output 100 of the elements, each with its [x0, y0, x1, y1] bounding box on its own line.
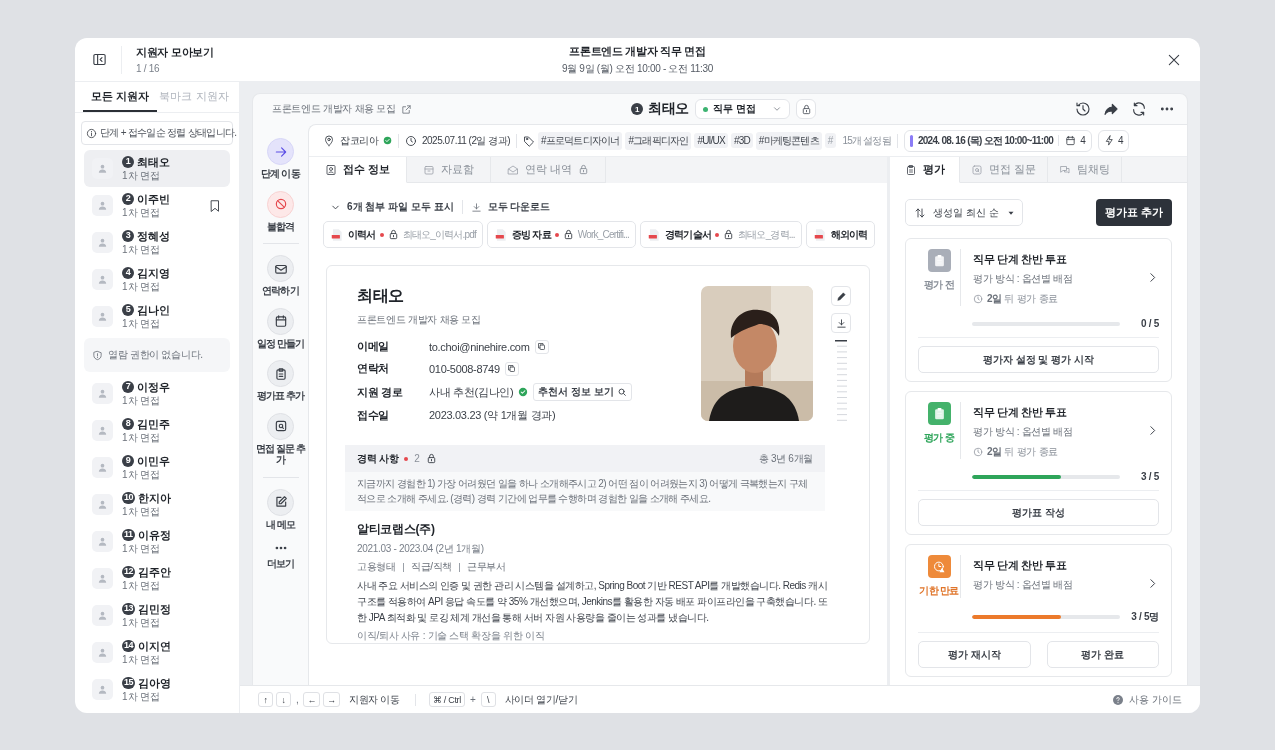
number-badge: 13: [122, 603, 135, 615]
evaluation-method: 평가 방식 : 옵션별 배점: [973, 272, 1073, 286]
history-button[interactable]: [1075, 101, 1091, 117]
copy-button[interactable]: [534, 339, 549, 354]
applicant-item[interactable]: 4 김지영 1차 면접: [84, 261, 230, 298]
applicant-name: 김지영: [137, 266, 170, 280]
action-button[interactable]: 면접 질문 추가: [253, 412, 308, 466]
copy-button[interactable]: [504, 361, 519, 376]
applicant-item[interactable]: 15 김아영 1차 면접: [84, 671, 230, 708]
referral-button[interactable]: 추천서 정보 보기: [533, 383, 632, 401]
number-badge: 1: [630, 103, 643, 115]
edit-button[interactable]: [831, 286, 851, 306]
applicant-item[interactable]: 9 이민우 1차 면접: [84, 449, 230, 486]
applicant-name: 정혜성: [137, 229, 170, 243]
download-all-button[interactable]: 모두 다운로드: [470, 200, 551, 214]
guide-link[interactable]: 사용 가이드: [1112, 692, 1182, 707]
evaluation-method: 평가 방식 : 옵션별 배점: [973, 578, 1073, 592]
meta-label: 근무부서: [467, 560, 506, 574]
job-description: 사내 주요 서비스의 인증 및 권한 관리 시스템을 설계하고, Spring Boot 기반 REST API를 개발했습니다. Redis 캐시 구조를 적용하여 API 응답 속도를 약 35% 개선했으며, Jenkins를 활용한 자동 배포 파이프라인을 구축했습니다. 또한 JPA 최적화 및 로깅 체계 개선을 통해 서버 자원 사용량을 줄이는 성과를 냈습니다.: [357, 579, 829, 625]
action-count-badge[interactable]: 4: [1098, 129, 1130, 152]
applicant-item[interactable]: 10 한지아 1차 면접: [84, 486, 230, 523]
applicant-name: 이지연: [138, 639, 171, 653]
file-chip[interactable]: 증빙 자료 Work_Certifi...: [487, 221, 636, 248]
share-button[interactable]: [1103, 101, 1119, 117]
evaluation-title: 직무 단계 찬반 투표: [973, 253, 1068, 267]
applicant-item[interactable]: 14 이지연 1차 면접: [84, 634, 230, 671]
applicant-item[interactable]: 8 김민주 1차 면접: [84, 412, 230, 449]
action-button[interactable]: 연락하기: [253, 255, 308, 297]
field-value: 010-5008-8749: [429, 362, 500, 375]
evaluation-tab[interactable]: 평가: [890, 157, 960, 183]
file-label: 증빙 자료: [512, 227, 551, 242]
action-button[interactable]: 평가표 추가: [253, 360, 308, 402]
applicant-item[interactable]: 13 김민정 1차 면접: [84, 597, 230, 634]
scroll-indicator[interactable]: [835, 340, 847, 422]
pdf-file-icon: [494, 227, 509, 242]
document-tab[interactable]: 접수 정보: [309, 157, 407, 183]
action-button[interactable]: 내 메모: [253, 488, 308, 530]
applicant-stage: 1차 면접: [122, 654, 162, 666]
applicant-stage: 1차 면접: [122, 617, 162, 629]
alarm-icon: [927, 555, 951, 578]
applicant-item[interactable]: 12 김주안 1차 면접: [84, 560, 230, 597]
tag-icon: [523, 134, 536, 147]
file-chip[interactable]: 해외이력: [805, 221, 875, 248]
lock-icon: [800, 103, 812, 115]
keyboard-key: \: [480, 692, 496, 707]
show-files-toggle[interactable]: 6개 첨부 파일 모두 표시: [330, 200, 454, 214]
action-button[interactable]: 불합격: [253, 190, 308, 232]
schedule-badge[interactable]: 2024. 08. 16 (목) 오전 10:00~11:00 4: [903, 129, 1093, 152]
applicant-item[interactable]: 3 정혜성 1차 면접: [84, 224, 230, 261]
interview-time: 9월 9일 (월) 오전 10:00 - 오전 11:30: [561, 61, 714, 76]
stage-dropdown[interactable]: 직무 면접: [695, 99, 791, 119]
action-button[interactable]: 단계 이동: [253, 138, 308, 180]
action-button[interactable]: 일정 만들기: [253, 307, 308, 349]
section-title: 경력 사항: [357, 451, 399, 466]
evaluation-button[interactable]: 평가 완료: [1046, 641, 1159, 668]
pdf-file-icon: [647, 227, 661, 242]
sort-dropdown[interactable]: 생성일 최신 순: [905, 199, 1023, 226]
applicant-item[interactable]: 7 이정우 1차 면접: [84, 375, 230, 412]
file-chip[interactable]: 이력서 최태오_이력서.pdf: [323, 221, 484, 248]
posting-link[interactable]: 프론트엔드 개발자 채용 모집: [272, 102, 396, 116]
career-count: 2: [414, 453, 420, 464]
field-label: 연락처: [357, 361, 391, 376]
evaluation-button[interactable]: 평가자 설정 및 평가 시작: [918, 346, 1159, 373]
avatar-icon: [92, 420, 113, 441]
evaluation-button[interactable]: 평가표 작성: [918, 499, 1159, 526]
file-chip[interactable]: 경력기술서 최태오_경력...: [640, 221, 802, 248]
avatar-icon: [92, 457, 113, 478]
ban-icon: [267, 190, 294, 218]
lock-button[interactable]: [796, 99, 817, 119]
meta-label: 고용형태: [357, 560, 396, 574]
applicant-item[interactable]: 1 최태오 1차 면접: [84, 150, 230, 187]
download-icon: [470, 201, 482, 213]
add-evaluation-button[interactable]: 평가표 추가: [1096, 199, 1172, 226]
question-box-icon: [971, 163, 983, 176]
avatar-icon: [92, 531, 113, 552]
keyboard-key: ←: [303, 692, 321, 707]
applicant-name: 이주빈: [137, 192, 170, 206]
applicant-name: 김나인: [137, 303, 170, 317]
number-badge: 11: [122, 529, 135, 541]
sidebar-tab[interactable]: 모든 지원자: [83, 82, 157, 112]
number-badge: 4: [122, 267, 134, 279]
envelope-icon: [506, 163, 519, 176]
applicant-item[interactable]: 2 이주빈 1차 면접: [84, 187, 230, 224]
applicant-stage: 1차 면접: [122, 691, 162, 703]
calendar-icon: [1065, 135, 1077, 146]
shortcut-label: 지원자 이동: [348, 692, 400, 707]
keyboard-key: ↓: [276, 692, 291, 707]
location-icon: [323, 134, 335, 147]
number-badge: 8: [122, 418, 134, 430]
evaluation-button[interactable]: 평가 재시작: [918, 641, 1031, 668]
applicant-item[interactable]: 5 김나인 1차 면접: [84, 298, 230, 335]
action-button[interactable]: 더보기: [253, 541, 308, 570]
applicant-name: 김민정: [138, 602, 171, 616]
applicant-name: 이정우: [137, 380, 170, 394]
refresh-button[interactable]: [1131, 101, 1147, 117]
sidebar-toggle-button[interactable]: [92, 52, 107, 67]
copy-icon: [507, 364, 517, 373]
applicant-stage: 1차 면접: [122, 469, 162, 481]
download-button[interactable]: [831, 313, 851, 333]
applicant-item[interactable]: 11 이유정 1차 면접: [84, 523, 230, 560]
